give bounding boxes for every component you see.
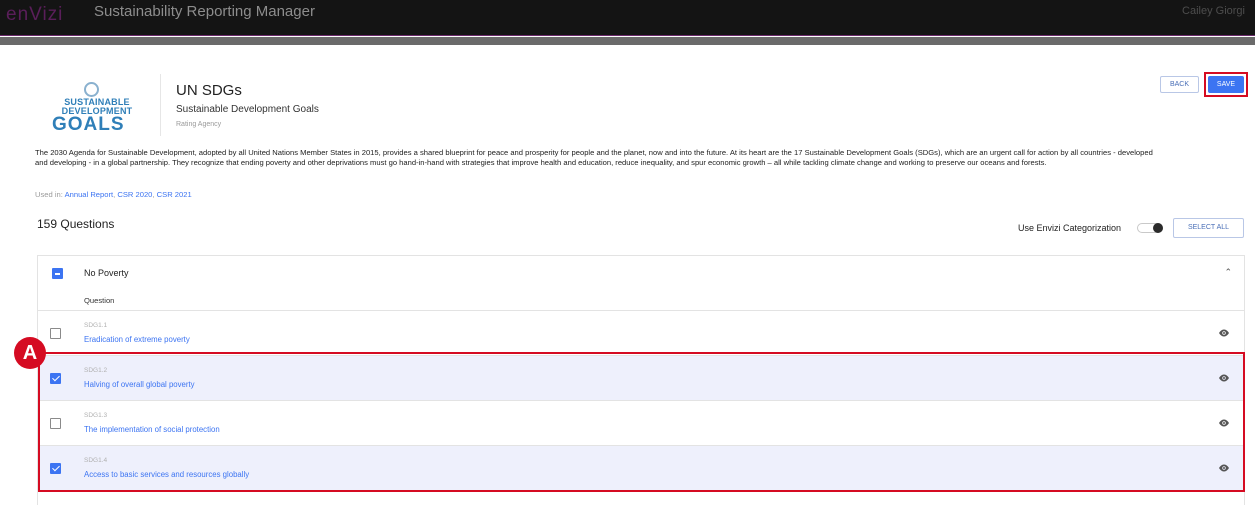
used-in-link-annual-report[interactable]: Annual Report (65, 190, 114, 199)
question-count: 159 Questions (37, 217, 115, 231)
used-in-link-csr-2021[interactable]: CSR 2021 (157, 190, 192, 199)
annotation-highlight-box (38, 352, 1245, 492)
column-header-question: Question (84, 296, 115, 305)
header-divider (0, 37, 1255, 45)
chevron-up-icon[interactable]: ⌃ (1224, 267, 1232, 278)
envizi-categorization-toggle[interactable] (1137, 223, 1163, 233)
framework-type-label: Rating Agency (176, 121, 222, 128)
framework-description: The 2030 Agenda for Sustainable Developm… (35, 148, 1153, 168)
eye-icon[interactable] (1218, 328, 1230, 338)
used-in-link-csr-2020[interactable]: CSR 2020 (117, 190, 152, 199)
un-emblem-icon (84, 82, 99, 97)
question-row[interactable]: SDG1.1 Eradication of extreme poverty (38, 311, 1244, 356)
group-header[interactable]: No Poverty ⌃ Question (38, 256, 1244, 311)
question-checkbox[interactable] (50, 328, 61, 339)
used-in-label: Used in: (35, 190, 65, 199)
used-in: Used in: Annual Report, CSR 2020, CSR 20… (35, 190, 192, 199)
group-title: No Poverty (84, 268, 129, 278)
select-all-button[interactable]: SELECT ALL (1173, 218, 1244, 238)
logo-line-3: GOALS (52, 114, 125, 135)
toggle-icon (1153, 223, 1163, 233)
user-menu[interactable]: Cailey Giorgi (1182, 5, 1245, 17)
back-button[interactable]: BACK (1160, 76, 1199, 93)
top-bar: enVizi Sustainability Reporting Manager … (0, 0, 1255, 36)
save-button-highlight (1204, 72, 1248, 97)
group-checkbox[interactable] (52, 268, 63, 279)
envizi-categorization-label: Use Envizi Categorization (1018, 223, 1122, 233)
header-vertical-divider (160, 74, 161, 136)
page-title: UN SDGs (176, 82, 242, 99)
question-title[interactable]: Eradication of extreme poverty (84, 335, 190, 344)
sdg-logo: SUSTAINABLE DEVELOPMENT GOALS (34, 80, 154, 135)
annotation-marker: A (14, 337, 46, 369)
question-code: SDG1.1 (84, 322, 108, 329)
app-title: Sustainability Reporting Manager (94, 3, 315, 20)
brand-logo[interactable]: enVizi (6, 4, 63, 26)
page-subtitle: Sustainable Development Goals (176, 104, 319, 115)
